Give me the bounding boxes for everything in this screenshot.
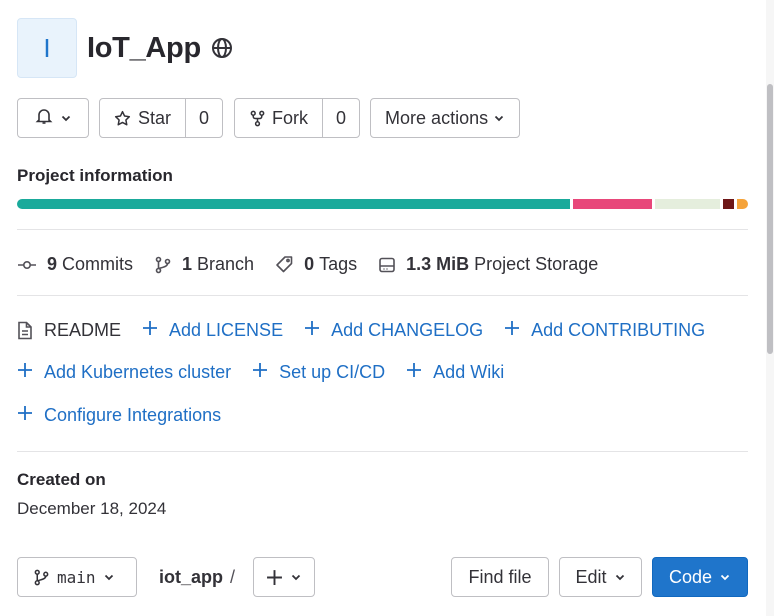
setup-cicd-label: Set up CI/CD bbox=[279, 362, 386, 382]
plus-icon bbox=[266, 569, 283, 586]
project-information-title: Project information bbox=[17, 166, 173, 185]
star-button-group: Star 0 bbox=[99, 98, 224, 138]
storage-label: Project Storage bbox=[474, 254, 599, 274]
plus-icon bbox=[304, 320, 320, 341]
project-stats: 9 Commits 1 Branch 0 Tags 1.3 MiB Projec… bbox=[17, 254, 619, 275]
chevron-down-icon bbox=[60, 108, 72, 129]
chevron-down-icon bbox=[493, 112, 505, 124]
language-segment[interactable] bbox=[17, 199, 571, 209]
edit-button[interactable]: Edit bbox=[559, 557, 642, 597]
quick-links-row-1: README Add LICENSE Add CHANGELOG Add CON… bbox=[17, 320, 726, 341]
setup-cicd-link[interactable]: Set up CI/CD bbox=[252, 362, 385, 383]
breadcrumb-separator: / bbox=[230, 567, 236, 587]
globe-icon bbox=[211, 37, 233, 59]
add-license-label: Add LICENSE bbox=[169, 320, 284, 340]
chevron-down-icon bbox=[103, 568, 122, 587]
branch-selector[interactable]: main bbox=[17, 557, 137, 597]
add-contributing-link[interactable]: Add CONTRIBUTING bbox=[504, 320, 705, 341]
created-on-label: Created on bbox=[17, 470, 106, 489]
plus-icon bbox=[142, 320, 158, 341]
quick-links-row-3: Configure Integrations bbox=[17, 405, 242, 426]
edit-label: Edit bbox=[575, 566, 607, 587]
chevron-down-icon bbox=[290, 567, 302, 588]
divider bbox=[17, 229, 748, 230]
fork-label: Fork bbox=[272, 107, 309, 128]
language-segment[interactable] bbox=[655, 199, 721, 209]
plus-icon bbox=[252, 362, 268, 383]
fork-icon bbox=[249, 110, 266, 127]
more-actions-label: More actions bbox=[385, 107, 489, 128]
branch-name: main bbox=[57, 567, 96, 587]
star-label: Star bbox=[138, 107, 172, 128]
add-license-link[interactable]: Add LICENSE bbox=[142, 320, 283, 341]
configure-integrations-link[interactable]: Configure Integrations bbox=[17, 405, 221, 426]
code-label: Code bbox=[668, 566, 713, 587]
plus-icon bbox=[17, 362, 33, 383]
add-wiki-label: Add Wiki bbox=[433, 362, 505, 382]
breadcrumb-root[interactable]: iot_app bbox=[159, 567, 223, 588]
add-changelog-label: Add CHANGELOG bbox=[331, 320, 484, 340]
add-wiki-link[interactable]: Add Wiki bbox=[406, 362, 504, 383]
storage-size: 1.3 MiB bbox=[406, 254, 470, 274]
divider bbox=[17, 295, 748, 296]
fork-button-group: Fork 0 bbox=[234, 98, 361, 138]
language-segment[interactable] bbox=[573, 199, 653, 209]
readme-link[interactable]: README bbox=[17, 320, 121, 341]
tags-label: Tags bbox=[319, 254, 358, 274]
document-icon bbox=[18, 321, 32, 340]
repository-toolbar: main iot_app / Find file Edit Code bbox=[17, 557, 748, 597]
star-button[interactable]: Star bbox=[100, 99, 185, 137]
add-contributing-label: Add CONTRIBUTING bbox=[531, 320, 706, 340]
storage-link[interactable]: 1.3 MiB Project Storage bbox=[378, 254, 598, 275]
branch-label: Branch bbox=[197, 254, 255, 274]
code-button[interactable]: Code bbox=[652, 557, 748, 597]
quick-links-row-2: Add Kubernetes cluster Set up CI/CD Add … bbox=[17, 362, 525, 383]
fork-count[interactable]: 0 bbox=[322, 99, 359, 137]
readme-label: README bbox=[44, 320, 122, 340]
add-to-tree-button[interactable] bbox=[253, 557, 315, 597]
project-avatar: I bbox=[17, 18, 77, 78]
chevron-down-icon bbox=[614, 567, 626, 588]
plus-icon bbox=[504, 320, 520, 341]
star-count[interactable]: 0 bbox=[185, 99, 222, 137]
commits-label: Commits bbox=[62, 254, 134, 274]
language-bar bbox=[17, 199, 748, 209]
language-segment[interactable] bbox=[723, 199, 735, 209]
storage-icon bbox=[379, 257, 395, 272]
find-file-button[interactable]: Find file bbox=[451, 557, 549, 597]
page-scrollbar[interactable] bbox=[766, 0, 774, 616]
notifications-button[interactable] bbox=[17, 98, 89, 138]
branches-link[interactable]: 1 Branch bbox=[154, 254, 254, 275]
language-segment[interactable] bbox=[737, 199, 748, 209]
scrollbar-thumb[interactable] bbox=[767, 84, 773, 354]
add-changelog-link[interactable]: Add CHANGELOG bbox=[304, 320, 483, 341]
branch-icon bbox=[34, 569, 49, 585]
project-actions: Star 0 Fork 0 More actions bbox=[17, 98, 521, 138]
add-kubernetes-link[interactable]: Add Kubernetes cluster bbox=[17, 362, 231, 383]
bell-icon bbox=[35, 107, 53, 130]
more-actions-button[interactable]: More actions bbox=[370, 98, 521, 138]
created-on-date: December 18, 2024 bbox=[17, 499, 167, 518]
project-header: I IoT_App bbox=[17, 18, 233, 78]
configure-integrations-label: Configure Integrations bbox=[44, 405, 222, 425]
star-icon bbox=[114, 110, 131, 127]
commit-icon bbox=[18, 260, 36, 269]
add-kubernetes-label: Add Kubernetes cluster bbox=[44, 362, 232, 382]
tags-link[interactable]: 0 Tags bbox=[275, 254, 357, 275]
tag-icon bbox=[276, 256, 293, 273]
plus-icon bbox=[406, 362, 422, 383]
branch-icon bbox=[155, 256, 171, 273]
branch-count: 1 bbox=[182, 254, 193, 274]
project-title: IoT_App bbox=[87, 31, 201, 64]
commits-link[interactable]: 9 Commits bbox=[17, 254, 133, 275]
tags-count: 0 bbox=[304, 254, 315, 274]
plus-icon bbox=[17, 405, 33, 426]
divider bbox=[17, 451, 748, 452]
fork-button[interactable]: Fork bbox=[235, 99, 322, 137]
commits-count: 9 bbox=[47, 254, 58, 274]
chevron-down-icon bbox=[719, 567, 731, 588]
